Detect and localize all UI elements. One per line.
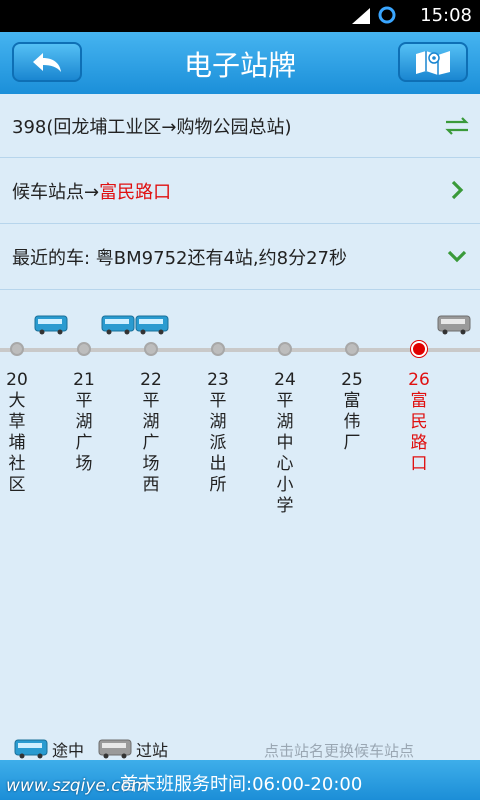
bus-passed-icon [437, 315, 471, 335]
route-track [0, 348, 480, 352]
legend: 途中 过站 [14, 737, 182, 761]
stop-name: 大草埔社区 [8, 391, 26, 495]
sync-icon [378, 6, 396, 24]
stop-label[interactable]: 22 平湖广场西 [137, 370, 165, 496]
swap-direction-icon[interactable] [444, 114, 470, 138]
stop-number: 26 [408, 370, 430, 390]
title-bar: 电子站牌 [0, 32, 480, 94]
waiting-station-row[interactable]: 候车站点→富民路口 [0, 158, 480, 224]
status-icons [350, 6, 396, 24]
stop-name: 平湖广场 [75, 391, 93, 474]
route-name: 398(回龙埔工业区→购物公园总站) [12, 116, 292, 138]
map-button[interactable] [398, 42, 468, 82]
route-row[interactable]: 398(回龙埔工业区→购物公园总站) [0, 94, 480, 158]
stop-marker[interactable] [77, 342, 91, 356]
stop-number: 25 [341, 370, 363, 390]
bus-enroute-icon [101, 315, 135, 335]
stop-label[interactable]: 21 平湖广场 [70, 370, 98, 475]
stop-marker[interactable] [411, 341, 427, 357]
stop-label[interactable]: 25 富伟厂 [338, 370, 366, 454]
waiting-station-text: 候车站点→富民路口 [12, 178, 171, 204]
status-time: 15:08 [420, 5, 472, 26]
stop-marker[interactable] [144, 342, 158, 356]
stop-name: 平湖派出所 [209, 391, 227, 495]
signal-icon [352, 8, 370, 24]
waiting-station-name: 富民路口 [99, 181, 172, 203]
stop-label[interactable]: 23 平湖派出所 [204, 370, 232, 496]
stop-marker[interactable] [10, 342, 24, 356]
chevron-right-icon [451, 180, 464, 200]
stop-name: 平湖广场西 [142, 391, 160, 495]
bus-enroute-icon [14, 739, 48, 759]
waiting-station-prefix: 候车站点→ [12, 181, 100, 203]
status-bar: 15:08 [0, 0, 480, 32]
stop-number: 22 [140, 370, 162, 390]
map-icon [416, 51, 450, 75]
bus-enroute-icon [135, 315, 169, 335]
stop-label[interactable]: 26 富民路口 [405, 370, 433, 475]
footer: 首末班服务时间:06:00-20:00 www.szqiye.com [0, 760, 480, 800]
hint-text: 点击站名更换候车站点 [263, 742, 414, 760]
stop-number: 21 [73, 370, 95, 390]
legend-enroute-label: 途中 [52, 741, 85, 760]
stop-name: 富民路口 [410, 391, 428, 474]
legend-passed: 过站 [98, 737, 168, 761]
stop-number: 23 [207, 370, 229, 390]
stop-marker[interactable] [345, 342, 359, 356]
stop-marker[interactable] [278, 342, 292, 356]
legend-enroute: 途中 [14, 737, 84, 761]
stop-name: 富伟厂 [343, 391, 361, 453]
nearest-bus-row[interactable]: 最近的车: 粤BM9752还有4站,约8分27秒 [0, 224, 480, 290]
service-time: 首末班服务时间:06:00-20:00 [120, 774, 363, 795]
stop-number: 24 [274, 370, 296, 390]
bus-passed-icon [98, 739, 132, 759]
stop-number: 20 [6, 370, 28, 390]
bus-enroute-icon [34, 315, 68, 335]
legend-passed-label: 过站 [136, 741, 169, 760]
stop-marker[interactable] [211, 342, 225, 356]
stop-label[interactable]: 24 平湖中心小学 [271, 370, 299, 517]
watermark: www.szqiye.com [6, 776, 148, 796]
stop-label[interactable]: 20 大草埔社区 [3, 370, 31, 496]
chevron-down-icon [447, 250, 467, 263]
stop-name: 平湖中心小学 [276, 391, 294, 516]
nearest-bus-text: 最近的车: 粤BM9752还有4站,约8分27秒 [12, 247, 348, 269]
